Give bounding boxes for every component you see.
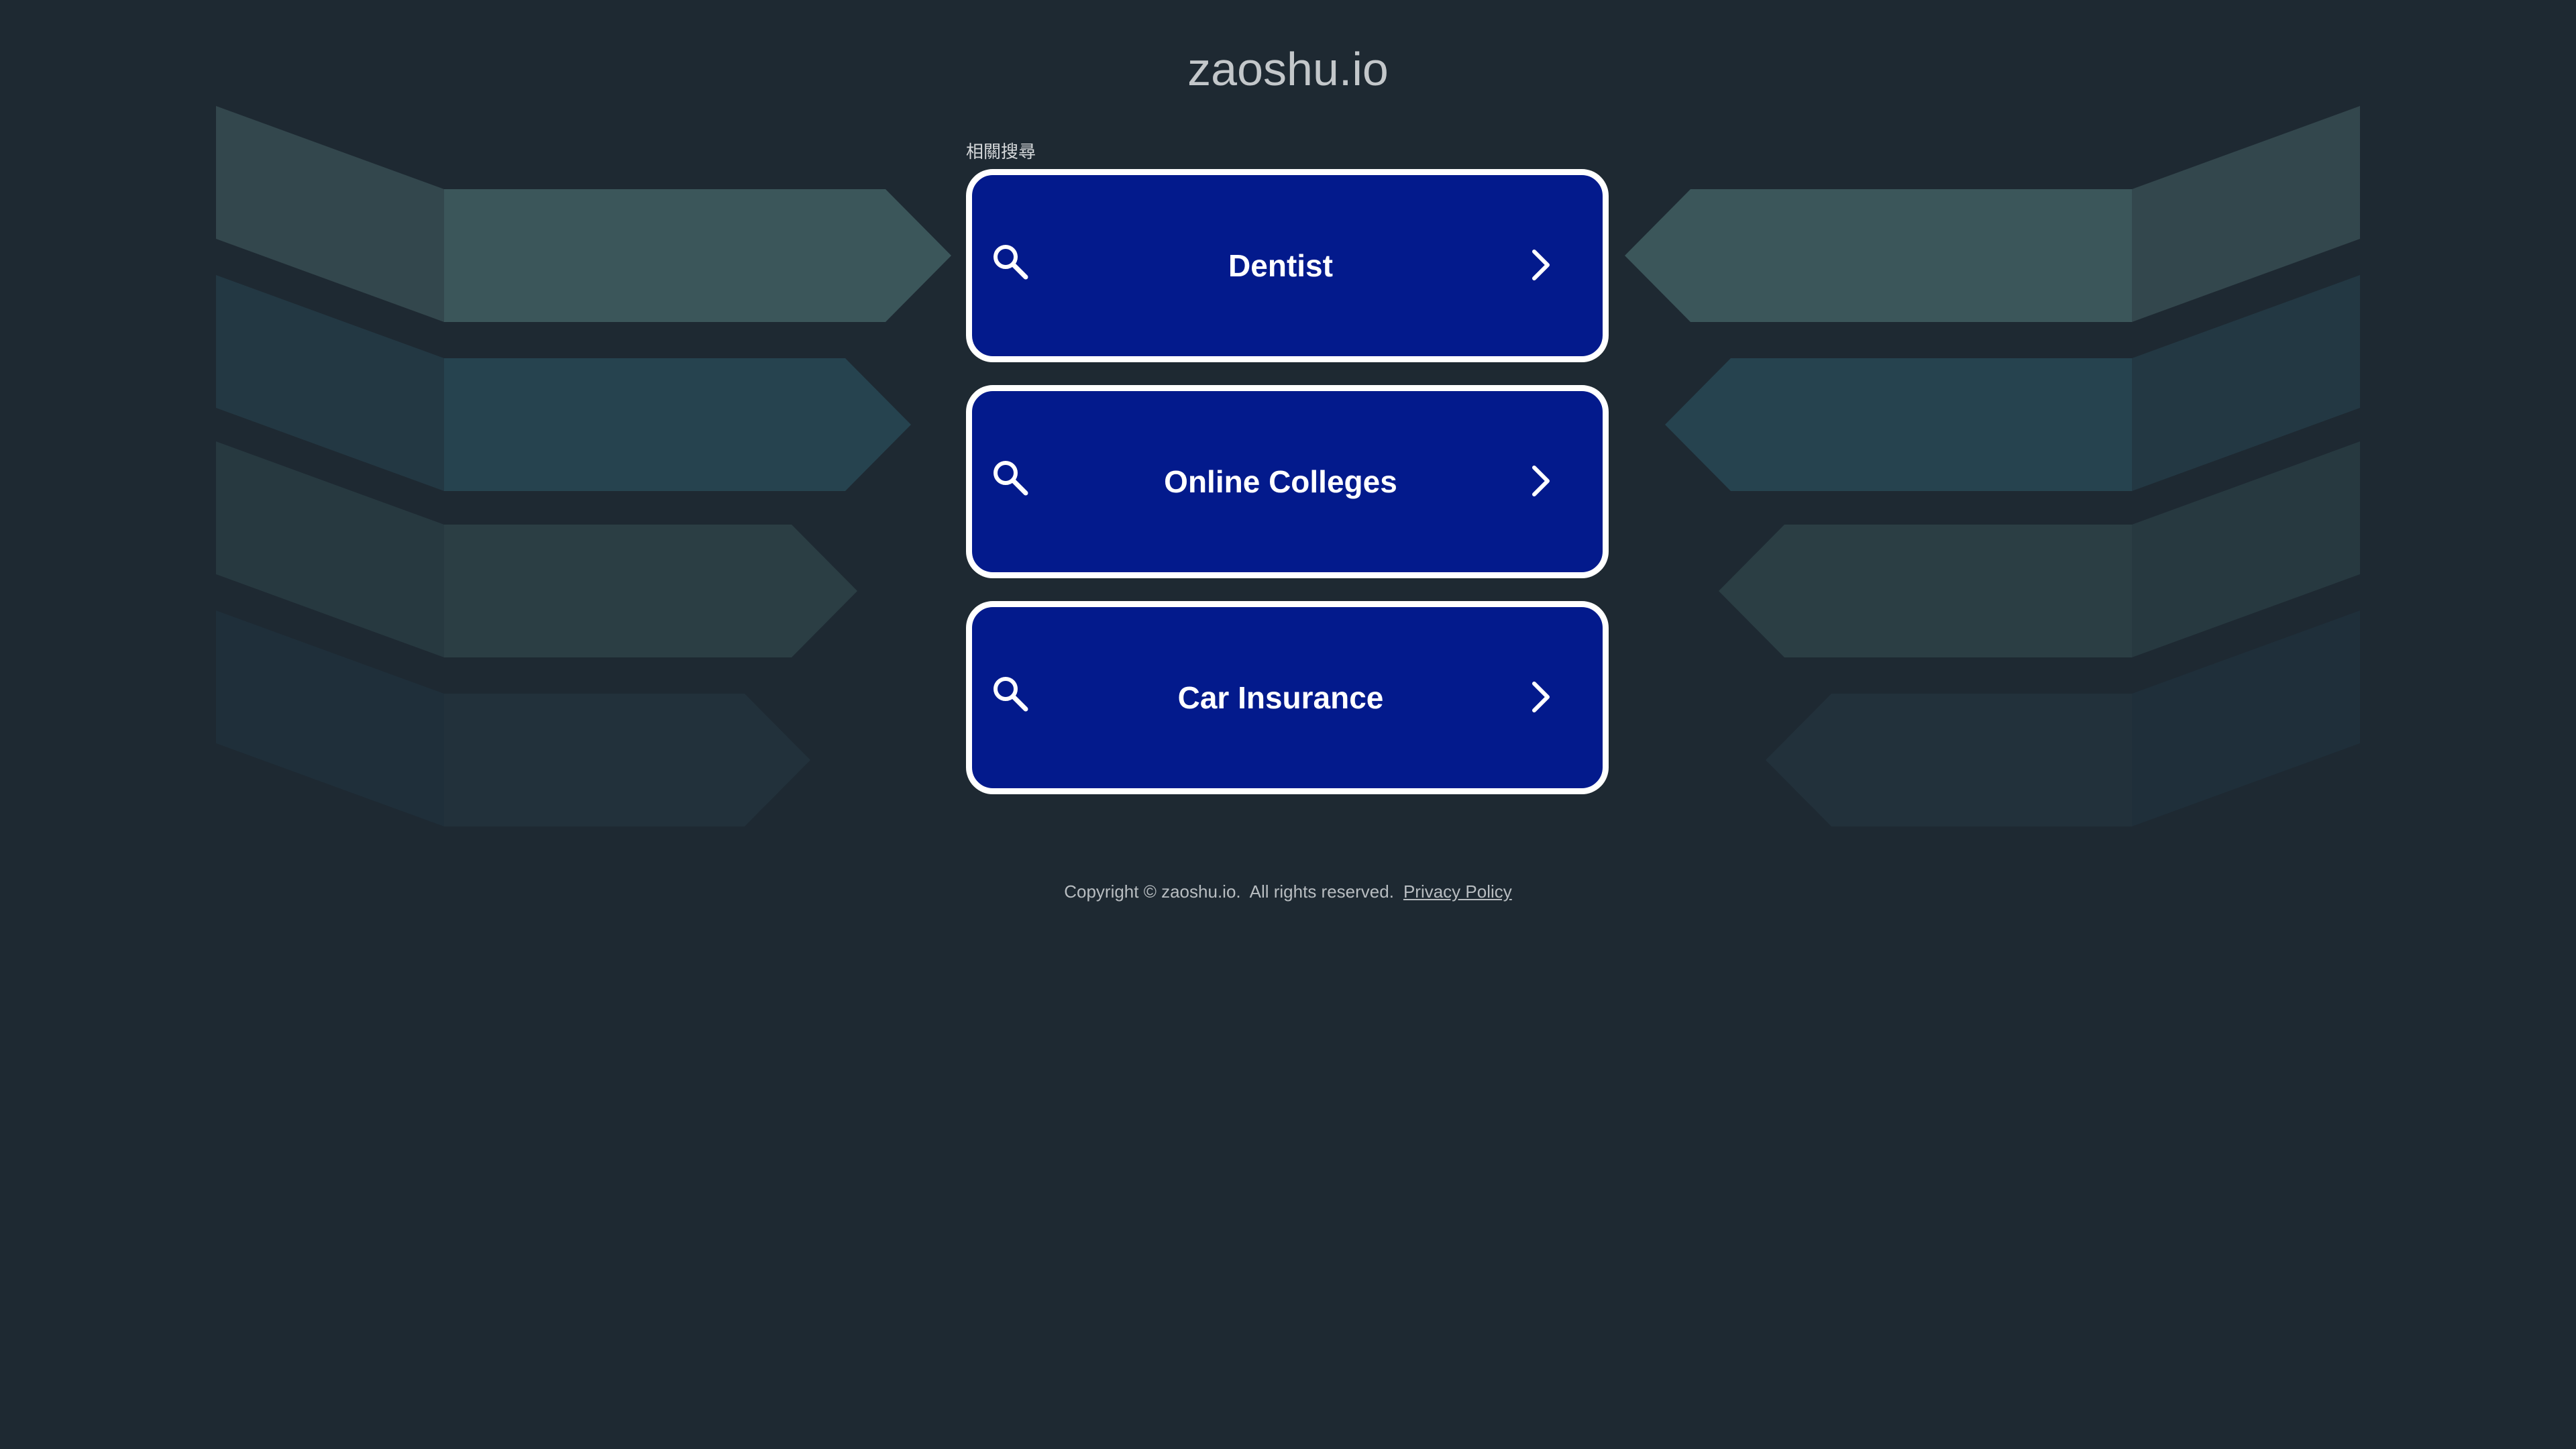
chevron-right-icon (1532, 682, 1550, 712)
related-link-label: Car Insurance (1177, 680, 1384, 715)
left-wing-decoration (216, 106, 951, 826)
privacy-policy-link[interactable]: Privacy Policy (1403, 881, 1512, 902)
copyright-text: Copyright © zaoshu.io. All rights reserv… (1064, 881, 1394, 902)
right-wing-decoration (1625, 106, 2360, 826)
footer: Copyright © zaoshu.io. All rights reserv… (0, 881, 2576, 902)
related-searches-label: 相關搜尋 (966, 142, 1036, 162)
chevron-right-icon (1532, 250, 1550, 280)
related-link-online-colleges[interactable]: Online Colleges (966, 385, 1609, 578)
related-links-list: Dentist Online Colleges Car Insurance (966, 169, 1609, 817)
related-link-car-insurance[interactable]: Car Insurance (966, 601, 1609, 794)
related-link-label: Online Colleges (1164, 464, 1397, 499)
related-link-dentist[interactable]: Dentist (966, 169, 1609, 362)
chevron-right-icon (1532, 466, 1550, 496)
related-link-label: Dentist (1228, 248, 1333, 283)
domain-title: zaoshu.io (1187, 43, 1389, 95)
